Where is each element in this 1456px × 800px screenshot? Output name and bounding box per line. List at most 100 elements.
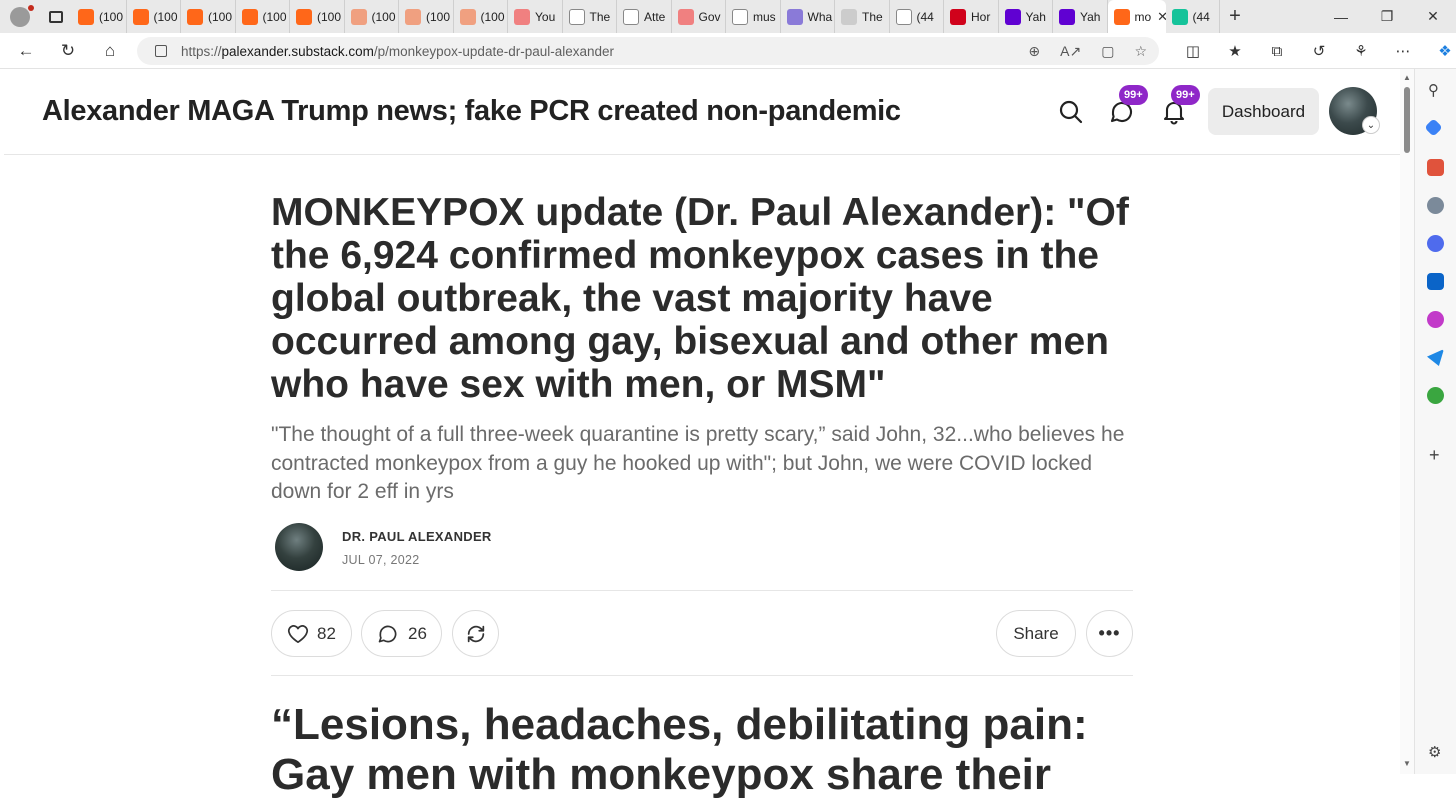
like-count: 82 [317, 623, 336, 643]
browser-tab[interactable]: (100 [72, 0, 127, 33]
chevron-down-icon[interactable]: ⌄ [1362, 116, 1380, 134]
browser-tab-label: Wha [807, 9, 833, 24]
favorites-icon[interactable]: ★ [1214, 42, 1256, 60]
browser-tab[interactable]: mo ✕ [1107, 0, 1166, 33]
substack-icon [241, 8, 258, 25]
scroll-thumb[interactable] [1404, 87, 1410, 153]
copilot-icon[interactable]: ❖ [1424, 42, 1456, 60]
comment-count: 26 [408, 623, 427, 643]
substack-icon [350, 8, 367, 25]
browser-tab[interactable]: The [835, 0, 890, 33]
more-options-button[interactable]: ••• [1086, 610, 1133, 657]
browser-tab[interactable]: (100 [181, 0, 236, 33]
browser-tab[interactable]: Yah [1053, 0, 1108, 33]
browser-tab[interactable]: mus [726, 0, 781, 33]
url-host: palexander.substack.com [221, 43, 374, 59]
browser-tab-label: Atte [644, 9, 666, 24]
browser-tab[interactable]: The [563, 0, 617, 33]
browser-tab[interactable]: (100 [454, 0, 508, 33]
browser-tab[interactable]: Wha [781, 0, 835, 33]
browser-tab[interactable]: (44 [1166, 0, 1220, 33]
substack-icon [1113, 8, 1130, 25]
home-button[interactable]: ⌂ [89, 33, 131, 69]
collections-icon[interactable]: ⧉ [1256, 43, 1298, 60]
like-button[interactable]: 82 [271, 610, 352, 657]
browser-tab[interactable]: Gov [672, 0, 726, 33]
close-window-button[interactable]: ✕ [1410, 0, 1456, 33]
history-icon[interactable]: ↺ [1298, 42, 1340, 60]
more-menu-icon[interactable]: ⋯ [1382, 42, 1424, 60]
microsoft365-icon[interactable] [1427, 235, 1444, 252]
browser-tab-label: Yah [1025, 9, 1046, 24]
sidebar-settings-icon[interactable]: ⚙ [1428, 743, 1441, 761]
zoom-icon[interactable]: ⊕ [1028, 43, 1040, 60]
games-icon[interactable] [1427, 197, 1444, 214]
site-title[interactable]: Alexander MAGA Trump news; fake PCR crea… [42, 95, 901, 128]
scroll-up-icon[interactable]: ▲ [1403, 73, 1411, 82]
search-icon[interactable] [1058, 99, 1084, 125]
browser-tab-label: You [535, 9, 556, 24]
dashboard-button[interactable]: Dashboard [1208, 88, 1319, 135]
profile-button[interactable] [0, 0, 40, 33]
browser-tab-strip: (100 (100 (100 (100 (100 (100 (100 (100 You The At… [0, 0, 1456, 33]
browser-tab-label: (100 [262, 9, 287, 24]
browser-tab[interactable]: Hor [944, 0, 999, 33]
telegram-icon[interactable] [1427, 349, 1444, 366]
url-path: /p/monkeypox-update-dr-paul-alexander [373, 43, 615, 59]
substack-icon [405, 8, 421, 25]
browser-tab-label: (100 [371, 9, 396, 24]
add-sidebar-app-icon[interactable]: + [1429, 445, 1440, 466]
designer-icon[interactable] [1427, 311, 1444, 328]
author-avatar[interactable] [275, 523, 323, 571]
share-button[interactable]: Share [996, 610, 1076, 657]
profile-icon [10, 6, 30, 27]
read-aloud-icon[interactable]: A↗ [1060, 43, 1081, 60]
grammarly-icon [1171, 8, 1188, 25]
browser-tab[interactable]: Atte [617, 0, 672, 33]
section-heading: “Lesions, headaches, debilitating pain: … [271, 700, 1088, 799]
page-scrollbar[interactable]: ▲ ▼ [1400, 69, 1414, 774]
comment-button[interactable]: 26 [361, 610, 442, 657]
immersive-reader-icon[interactable]: ▢ [1101, 43, 1114, 60]
search-sidebar-icon[interactable]: ⚲ [1428, 81, 1439, 99]
shopping-icon[interactable] [1424, 118, 1443, 137]
refresh-button[interactable]: ↻ [47, 33, 89, 69]
tools-icon[interactable] [1427, 159, 1444, 176]
browser-tab[interactable]: (100 [127, 0, 181, 33]
browser-tab[interactable]: (100 [345, 0, 399, 33]
author-name[interactable]: DR. PAUL ALEXANDER [342, 529, 492, 544]
chat-badge: 99+ [1119, 85, 1148, 105]
browser-tab-label: (100 [317, 9, 342, 24]
maximize-button[interactable]: ❐ [1364, 0, 1410, 33]
extensions-icon[interactable]: ⚘ [1340, 42, 1382, 60]
browser-tab[interactable]: (44 [890, 0, 944, 33]
tab-actions-button[interactable] [40, 0, 72, 33]
yahoo-icon [1059, 8, 1075, 25]
browser-tab-label: Hor [971, 9, 991, 24]
scroll-down-icon[interactable]: ▼ [1403, 759, 1411, 768]
url-field[interactable]: https://palexander.substack.com/p/monkey… [137, 37, 1159, 65]
browser-tab[interactable]: (100 [236, 0, 290, 33]
favorite-star-icon[interactable]: ☆ [1134, 43, 1147, 60]
split-screen-icon[interactable]: ◫ [1172, 42, 1214, 60]
browser-tab[interactable]: Yah [999, 0, 1053, 33]
tab-actions-icon [49, 10, 63, 23]
new-tab-button[interactable]: + [1220, 0, 1250, 33]
ellipsis-icon: ••• [1098, 623, 1121, 643]
close-tab-icon[interactable]: ✕ [1157, 9, 1165, 25]
shield-icon [786, 8, 803, 25]
tree-icon[interactable] [1427, 387, 1444, 404]
browser-tab-label: mo [1134, 9, 1152, 24]
divider [271, 675, 1133, 676]
browser-tab-label: The [589, 9, 611, 24]
restack-icon [467, 625, 484, 642]
browser-tab[interactable]: (100 [399, 0, 454, 33]
browser-tab[interactable]: (100 [290, 0, 345, 33]
browser-sidebar: ⚲ + ⚙ [1414, 69, 1456, 774]
outlook-icon[interactable] [1427, 273, 1444, 290]
restack-button[interactable] [452, 610, 499, 657]
browser-tab[interactable]: You [508, 0, 563, 33]
minimize-button[interactable]: — [1318, 0, 1364, 33]
back-button[interactable]: ← [5, 33, 47, 69]
dots-icon [841, 8, 857, 25]
